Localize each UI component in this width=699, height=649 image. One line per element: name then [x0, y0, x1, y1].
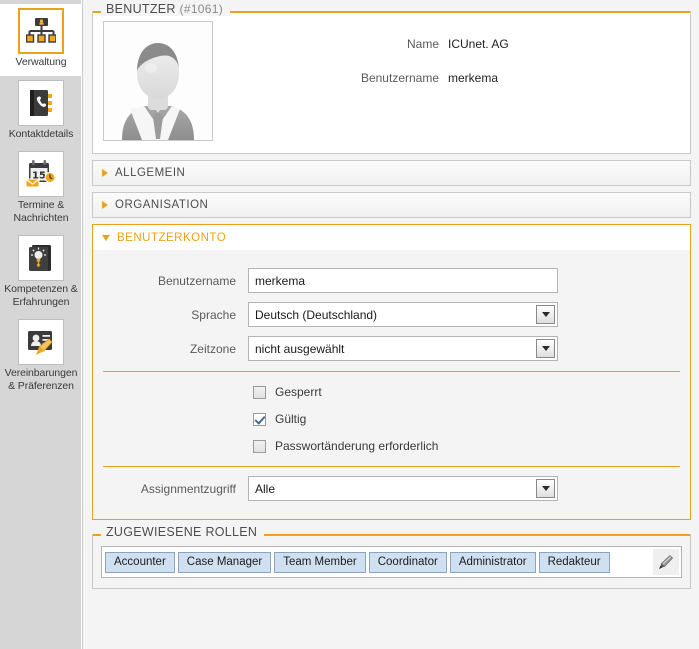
role-tag[interactable]: Case Manager [177, 551, 272, 573]
user-info-row-name: Name ICUnet. AG [213, 37, 680, 51]
field-label: Name [406, 37, 439, 51]
accordion-benutzerkonto: BENUTZERKONTO Benutzername Sprache Deuts… [92, 224, 691, 520]
sidebar-item-termine-nachrichten[interactable]: 15 Termine & Nachrichten [0, 147, 82, 231]
roles-legend: ZUGEWIESENE ROLLEN [101, 525, 265, 539]
field-label: Benutzername [360, 71, 439, 85]
user-id: (#1061) [179, 2, 224, 16]
sidebar-item-label: Vereinbarungen & Präferenzen [4, 367, 78, 392]
calendar-mail-icon: 15 [18, 151, 64, 197]
phone-book-icon [18, 79, 64, 126]
application-window: Verwaltung Kontaktdetails 15 Termine & N… [0, 0, 699, 649]
accordion-label: BENUTZERKONTO [117, 231, 227, 244]
panel-legend: BENUTZER (#1061) [101, 2, 231, 16]
chevron-right-icon [102, 169, 108, 177]
page-title: BENUTZER [106, 2, 176, 16]
form-row-assignmentzugriff: Assignmentzugriff Alle [103, 476, 680, 501]
chevron-down-icon[interactable] [536, 479, 555, 498]
form-row-timezone: Zeitzone nicht ausgewählt [103, 336, 680, 361]
assigned-roles-panel: ZUGEWIESENE ROLLEN Accounter Case Manage… [92, 525, 691, 589]
field-value: merkema [448, 71, 499, 85]
accordion-allgemein: ALLGEMEIN [92, 160, 691, 186]
sidebar-item-kompetenzen-erfahrungen[interactable]: Kompetenzen & Erfahrungen [0, 231, 82, 315]
assignmentzugriff-label: Assignmentzugriff [140, 481, 236, 496]
id-card-pencil-icon [18, 319, 64, 365]
sidebar-item-label: Verwaltung [15, 56, 67, 68]
pencil-icon[interactable] [653, 549, 679, 575]
sidebar-item-kontaktdetails[interactable]: Kontaktdetails [0, 76, 82, 148]
checkbox-row-gesperrt[interactable]: Gesperrt [103, 385, 680, 399]
timezone-label: Zeitzone [189, 341, 236, 356]
chevron-down-icon[interactable] [536, 305, 555, 324]
sidebar-item-label: Kompetenzen & Erfahrungen [4, 283, 78, 308]
sidebar-item-verwaltung[interactable]: Verwaltung [0, 4, 82, 76]
accordion-label: ALLGEMEIN [115, 167, 186, 179]
user-info-list: Name ICUnet. AG Benutzername merkema [213, 21, 680, 105]
form-divider [103, 466, 680, 467]
roles-tag-container[interactable]: Accounter Case Manager Team Member Coord… [101, 546, 682, 578]
user-info-row-username: Benutzername merkema [213, 71, 680, 85]
form-divider [103, 371, 680, 372]
role-tag[interactable]: Administrator [449, 551, 536, 573]
timezone-select[interactable]: nicht ausgewählt [248, 336, 558, 361]
assignmentzugriff-select[interactable]: Alle [248, 476, 558, 501]
book-lightbulb-icon [18, 235, 64, 281]
accordion-header-allgemein[interactable]: ALLGEMEIN [92, 160, 691, 186]
sidebar-item-vereinbarungen-praeferenzen[interactable]: Vereinbarungen & Präferenzen [0, 315, 82, 399]
field-value: ICUnet. AG [448, 37, 509, 51]
form-row-username: Benutzername [103, 268, 680, 293]
gueltig-checkbox[interactable] [253, 412, 266, 426]
role-tag[interactable]: Redakteur [538, 551, 610, 573]
accordion-label: ORGANISATION [115, 199, 209, 211]
role-tag[interactable]: Accounter [105, 551, 175, 573]
checkbox-row-passwortaenderung[interactable]: Passwortänderung erforderlich [103, 439, 680, 453]
chevron-down-icon[interactable] [536, 339, 555, 358]
language-select[interactable]: Deutsch (Deutschland) [248, 302, 558, 327]
checkbox-row-gueltig[interactable]: Gültig [103, 412, 680, 426]
chevron-right-icon [102, 201, 108, 209]
form-row-language: Sprache Deutsch (Deutschland) [103, 302, 680, 327]
avatar[interactable] [103, 21, 213, 141]
passwortaenderung-checkbox[interactable] [253, 439, 266, 453]
gesperrt-checkbox[interactable] [253, 385, 266, 399]
role-tag[interactable]: Team Member [274, 551, 366, 573]
sidebar-item-label: Kontaktdetails [8, 127, 74, 140]
org-chart-icon [18, 8, 64, 54]
accordion-organisation: ORGANISATION [92, 192, 691, 218]
language-value: Deutsch (Deutschland) [255, 307, 378, 322]
accordion-header-benutzerkonto[interactable]: BENUTZERKONTO [92, 224, 691, 250]
sidebar-item-label: Termine & Nachrichten [13, 199, 69, 224]
passwortaenderung-label: Passwortänderung erforderlich [275, 439, 439, 453]
chevron-down-icon [102, 234, 110, 241]
assignmentzugriff-value: Alle [255, 481, 276, 496]
user-summary-panel: BENUTZER (#1061) Name ICUnet. AG Benutze… [92, 2, 691, 154]
language-label: Sprache [191, 307, 236, 322]
username-input[interactable] [248, 268, 558, 293]
accordion-header-organisation[interactable]: ORGANISATION [92, 192, 691, 218]
main-content: BENUTZER (#1061) Name ICUnet. AG Benutze… [82, 0, 699, 649]
username-label: Benutzername [157, 273, 236, 288]
account-form-panel: Benutzername Sprache Deutsch (Deutschlan… [92, 250, 691, 520]
role-tag[interactable]: Coordinator [368, 551, 447, 573]
sidebar-navigation: Verwaltung Kontaktdetails 15 Termine & N… [0, 0, 82, 649]
timezone-value: nicht ausgewählt [255, 341, 345, 356]
gesperrt-label: Gesperrt [275, 385, 322, 399]
gueltig-label: Gültig [275, 412, 307, 426]
